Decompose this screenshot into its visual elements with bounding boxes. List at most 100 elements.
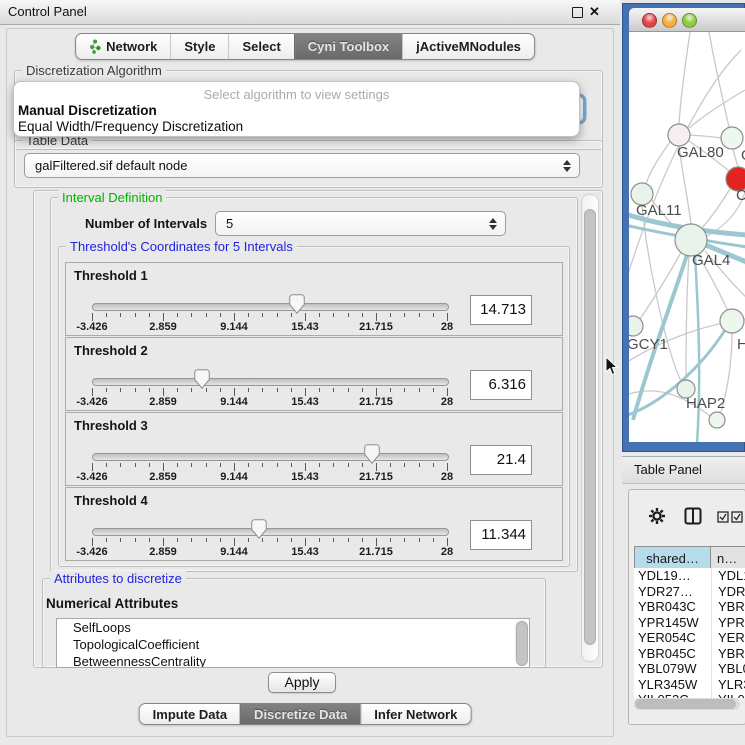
slider-tick [248, 538, 249, 542]
list-scrollbar[interactable] [515, 620, 528, 665]
slider-track[interactable] [92, 303, 449, 311]
network-node-ga[interactable] [721, 127, 743, 149]
table-row[interactable]: YDL19…YDL1… [634, 568, 745, 584]
slider-tick [447, 388, 448, 396]
threshold-value-field[interactable]: 21.4 [470, 445, 532, 475]
network-view-window: GAL80GACGAL11GAL4GCY1HHAP2 [622, 3, 745, 452]
table-row[interactable]: YPR145WYPR1… [634, 615, 745, 631]
network-node-label: GA [741, 147, 745, 164]
horizontal-scrollbar[interactable] [634, 698, 740, 710]
dropdown-option-equal-width[interactable]: Equal Width/Frequency Discretization [18, 119, 243, 134]
cell-shared-name: YBL079W [634, 661, 712, 677]
tab-select[interactable]: Select [228, 34, 293, 59]
table-row[interactable]: YBR045CYBR0… [634, 646, 745, 662]
slider-tick [376, 463, 377, 471]
close-icon[interactable]: ✕ [589, 3, 600, 21]
slider-tick-label: 2.859 [131, 321, 195, 333]
vertical-scrollbar[interactable] [581, 194, 599, 662]
close-traffic-light[interactable] [642, 13, 657, 28]
tab-impute-data[interactable]: Impute Data [140, 704, 240, 724]
slider-thumb[interactable] [194, 369, 210, 389]
network-icon [89, 39, 101, 54]
table-data-combobox[interactable]: galFiltered.sif default node [24, 153, 580, 178]
column-header-name[interactable]: n… [711, 546, 745, 570]
tab-discretize-data[interactable]: Discretize Data [240, 704, 360, 724]
vertical-scrollbar-thumb[interactable] [584, 209, 596, 645]
slider-tick-label: 9.144 [202, 321, 266, 333]
network-node-gal80[interactable] [668, 124, 690, 146]
slider-tick [447, 313, 448, 321]
split-columns-icon[interactable] [684, 507, 702, 525]
zoom-traffic-light[interactable] [682, 13, 697, 28]
network-canvas[interactable]: GAL80GACGAL11GAL4GCY1HHAP2 [629, 32, 745, 442]
attribute-list-item[interactable]: TopologicalCoefficient [57, 636, 529, 653]
slider-tick [277, 538, 278, 542]
slider-tick [277, 313, 278, 317]
table-row[interactable]: YBL079WYBL0… [634, 661, 745, 677]
tab-infer-network[interactable]: Infer Network [360, 704, 470, 724]
threshold-label: Threshold 4 [74, 493, 148, 508]
network-window-titlebar[interactable] [629, 8, 745, 32]
gear-icon[interactable] [648, 507, 666, 525]
slider-tick [348, 463, 349, 467]
slider-tick-label: 21.715 [344, 396, 408, 408]
tab-label: Impute Data [153, 707, 227, 722]
slider-tick [362, 388, 363, 392]
slider-tick [404, 538, 405, 542]
num-intervals-combobox[interactable]: 5 [215, 211, 506, 236]
slider-thumb[interactable] [289, 294, 305, 314]
threshold-value-field[interactable]: 11.344 [470, 520, 532, 550]
table-panel: shared… n… YDL19…YDL1…YDR27…YDR2…YBR043C… [628, 489, 745, 725]
slider-tick [206, 538, 207, 542]
network-node-h[interactable] [720, 309, 744, 333]
network-node[interactable] [709, 412, 725, 428]
slider-tick-label: 9.144 [202, 396, 266, 408]
tab-network[interactable]: Network [76, 34, 170, 59]
threshold-value-field[interactable]: 14.713 [470, 295, 532, 325]
slider-tick [362, 463, 363, 467]
apply-button[interactable]: Apply [268, 672, 336, 693]
slider-tick [163, 463, 164, 471]
slider-track[interactable] [92, 528, 449, 536]
minimize-traffic-light[interactable] [662, 13, 677, 28]
tab-label: Style [184, 39, 215, 54]
slider-tick [419, 313, 420, 317]
threshold-value-field[interactable]: 6.316 [470, 370, 532, 400]
attribute-list-item[interactable]: BetweennessCentrality [57, 653, 529, 668]
slider-tick [433, 538, 434, 542]
slider-tick [305, 538, 306, 546]
slider-tick [333, 538, 334, 542]
dropdown-option-manual[interactable]: Manual Discretization [18, 103, 157, 118]
list-scrollbar-thumb[interactable] [516, 621, 528, 666]
slider-track[interactable] [92, 378, 449, 386]
table-row[interactable]: YLR345WYLR3… [634, 677, 745, 693]
select-columns-icon[interactable] [717, 511, 745, 523]
slider-thumb[interactable] [364, 444, 380, 464]
slider-tick [220, 463, 221, 467]
tab-label: Discretize Data [254, 707, 347, 722]
slider-tick [333, 388, 334, 392]
table-row[interactable]: YDR27…YDR2… [634, 584, 745, 600]
slider-tick [92, 463, 93, 471]
table-row[interactable]: YBR043CYBR0… [634, 599, 745, 615]
slider-tick [191, 463, 192, 467]
attribute-list-item[interactable]: SelfLoops [57, 619, 529, 636]
tab-style[interactable]: Style [170, 34, 228, 59]
slider-thumb[interactable] [251, 519, 267, 539]
table-row[interactable]: YER054CYER0… [634, 630, 745, 646]
combo-stepper-icon [489, 218, 497, 230]
slider-tick [234, 388, 235, 396]
slider-track[interactable] [92, 453, 449, 461]
network-node-gcy1[interactable] [629, 316, 643, 336]
slider-tick [206, 313, 207, 317]
tab-cyni-toolbox[interactable]: Cyni Toolbox [294, 34, 402, 59]
horizontal-scrollbar-thumb[interactable] [635, 699, 736, 709]
tab-jactivemnodules[interactable]: jActiveMNodules [402, 34, 534, 59]
float-window-icon[interactable] [572, 7, 583, 18]
slider-tick [348, 388, 349, 392]
column-header-shared-name[interactable]: shared… [634, 546, 711, 570]
slider-tick [419, 388, 420, 392]
slider-tick [390, 313, 391, 317]
cell-shared-name: YDR27… [634, 584, 712, 600]
cell-name: YER0… [712, 630, 745, 646]
